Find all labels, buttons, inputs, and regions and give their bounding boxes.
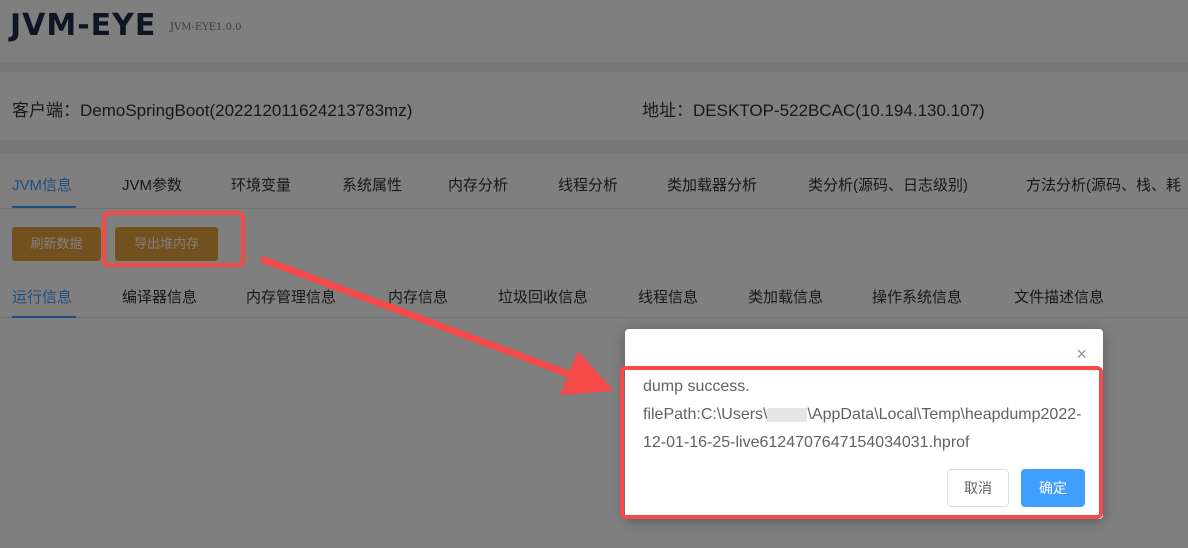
annotation-arrow-icon: [260, 256, 614, 395]
arrow-shaft: [260, 256, 578, 380]
